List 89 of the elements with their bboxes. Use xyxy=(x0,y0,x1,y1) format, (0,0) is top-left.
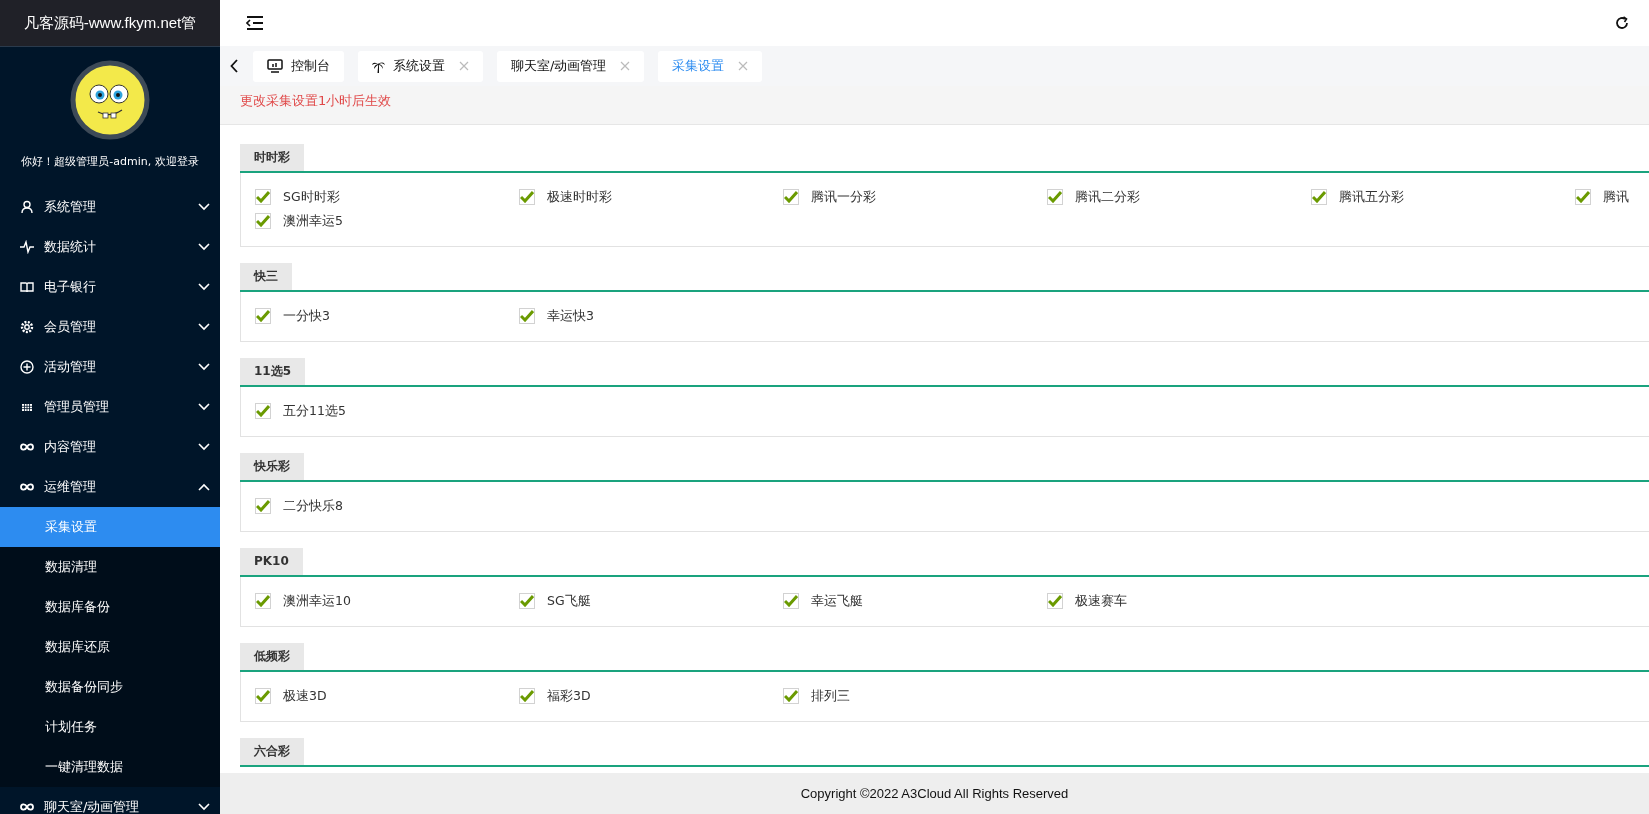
checkbox[interactable] xyxy=(519,593,535,609)
checkbox[interactable] xyxy=(519,308,535,324)
sidebar-item[interactable]: 聊天室/动画管理 xyxy=(0,787,220,814)
section-title: 时时彩 xyxy=(240,144,304,171)
section-title: 快三 xyxy=(240,263,292,290)
submenu-item[interactable]: 数据库还原 xyxy=(0,627,220,667)
checkbox[interactable] xyxy=(255,688,271,704)
sidebar-item[interactable]: 系统管理 xyxy=(0,187,220,227)
checkbox[interactable] xyxy=(255,189,271,205)
checkbox-item[interactable]: 排列三 xyxy=(783,685,1047,707)
sidebar-item[interactable]: 运维管理 xyxy=(0,467,220,507)
checkbox[interactable] xyxy=(519,189,535,205)
loop-icon xyxy=(20,800,34,814)
checkbox-item[interactable]: 极速赛车 xyxy=(1047,590,1311,612)
menu-fold-icon[interactable] xyxy=(246,15,264,31)
sidebar-item[interactable]: 会员管理 xyxy=(0,307,220,347)
sidebar-item[interactable]: 电子银行 xyxy=(0,267,220,307)
welcome-text: 你好！超级管理员-admin, 欢迎登录 xyxy=(21,154,199,169)
checkbox[interactable] xyxy=(255,403,271,419)
submenu-item[interactable]: 一键清理数据 xyxy=(0,747,220,787)
close-icon[interactable] xyxy=(620,61,631,71)
checkbox-item[interactable]: 澳洲幸运5 xyxy=(255,210,519,232)
section-title: 快乐彩 xyxy=(240,453,304,480)
tab[interactable]: 聊天室/动画管理 xyxy=(497,50,645,82)
checkbox[interactable] xyxy=(783,189,799,205)
checkbox-item[interactable]: 幸运飞艇 xyxy=(783,590,1047,612)
close-icon[interactable] xyxy=(738,61,749,71)
chevron-icon xyxy=(198,803,210,811)
section-title: PK10 xyxy=(240,548,303,575)
site-title: 凡客源码-www.fkym.net管 xyxy=(0,0,220,47)
sidebar-item[interactable]: 内容管理 xyxy=(0,427,220,467)
checkbox[interactable] xyxy=(255,498,271,514)
checkbox[interactable] xyxy=(783,593,799,609)
submenu-item[interactable]: 数据清理 xyxy=(0,547,220,587)
chevron-icon xyxy=(198,443,210,451)
checkbox[interactable] xyxy=(1047,593,1063,609)
checkbox[interactable] xyxy=(519,688,535,704)
checkbox-item[interactable]: 极速时时彩 xyxy=(519,186,783,208)
checkbox[interactable] xyxy=(1311,189,1327,205)
loop-icon xyxy=(20,440,34,454)
checkbox[interactable] xyxy=(255,593,271,609)
section-title: 六合彩 xyxy=(240,738,304,765)
section-title: 低频彩 xyxy=(240,643,304,670)
checkbox[interactable] xyxy=(255,213,271,229)
plus-icon xyxy=(20,360,34,374)
submenu-item[interactable]: 计划任务 xyxy=(0,707,220,747)
pulse-icon xyxy=(20,240,34,254)
loop-icon xyxy=(20,480,34,494)
gear-icon xyxy=(20,320,34,334)
notice-text: 更改采集设置1小时后生效 xyxy=(220,86,1649,125)
chevron-icon xyxy=(198,363,210,371)
chevron-icon xyxy=(198,283,210,291)
checkbox[interactable] xyxy=(783,688,799,704)
checkbox-item[interactable]: 澳洲幸运10 xyxy=(255,590,519,612)
checkbox-item[interactable]: 福彩3D xyxy=(519,685,783,707)
checkbox[interactable] xyxy=(1575,189,1591,205)
refresh-icon[interactable] xyxy=(1615,16,1629,30)
sidebar-item[interactable]: 活动管理 xyxy=(0,347,220,387)
tab[interactable]: 控制台 xyxy=(253,50,344,82)
checkbox-item[interactable]: 五分11选5 xyxy=(255,400,519,422)
tab[interactable]: 系统设置 xyxy=(358,50,483,82)
copyright-text: Copyright ©2022 A3Cloud All Rights Reserved xyxy=(220,773,1649,814)
chevron-icon xyxy=(198,483,210,491)
chevron-icon xyxy=(198,403,210,411)
checkbox-item[interactable]: SG时时彩 xyxy=(255,186,519,208)
checkbox-item[interactable]: 腾讯二分彩 xyxy=(1047,186,1311,208)
checkbox-item[interactable]: 幸运快3 xyxy=(519,305,783,327)
user-icon xyxy=(20,200,34,214)
checkbox[interactable] xyxy=(1047,189,1063,205)
checkbox-item[interactable]: 腾讯 xyxy=(1575,186,1649,208)
checkbox-item[interactable]: 极速3D xyxy=(255,685,519,707)
tab[interactable]: 采集设置 xyxy=(658,50,763,82)
chevron-icon xyxy=(198,243,210,251)
checkbox-item[interactable]: 一分快3 xyxy=(255,305,519,327)
checkbox[interactable] xyxy=(255,308,271,324)
chevron-icon xyxy=(198,203,210,211)
chevron-icon xyxy=(198,323,210,331)
monitor-icon xyxy=(267,59,283,73)
sidebar-item[interactable]: 数据统计 xyxy=(0,227,220,267)
submenu-item[interactable]: 数据备份同步 xyxy=(0,667,220,707)
close-icon[interactable] xyxy=(459,61,469,71)
checkbox-item[interactable]: 腾讯一分彩 xyxy=(783,186,1047,208)
checkbox-item[interactable]: SG飞艇 xyxy=(519,590,783,612)
submenu-item[interactable]: 数据库备份 xyxy=(0,587,220,627)
sidebar-item[interactable]: 管理员管理 xyxy=(0,387,220,427)
section-title: 11选5 xyxy=(240,358,306,385)
book-icon xyxy=(20,280,34,294)
checkbox-item[interactable]: 腾讯五分彩 xyxy=(1311,186,1575,208)
checkbox-item[interactable]: 二分快乐8 xyxy=(255,495,519,517)
